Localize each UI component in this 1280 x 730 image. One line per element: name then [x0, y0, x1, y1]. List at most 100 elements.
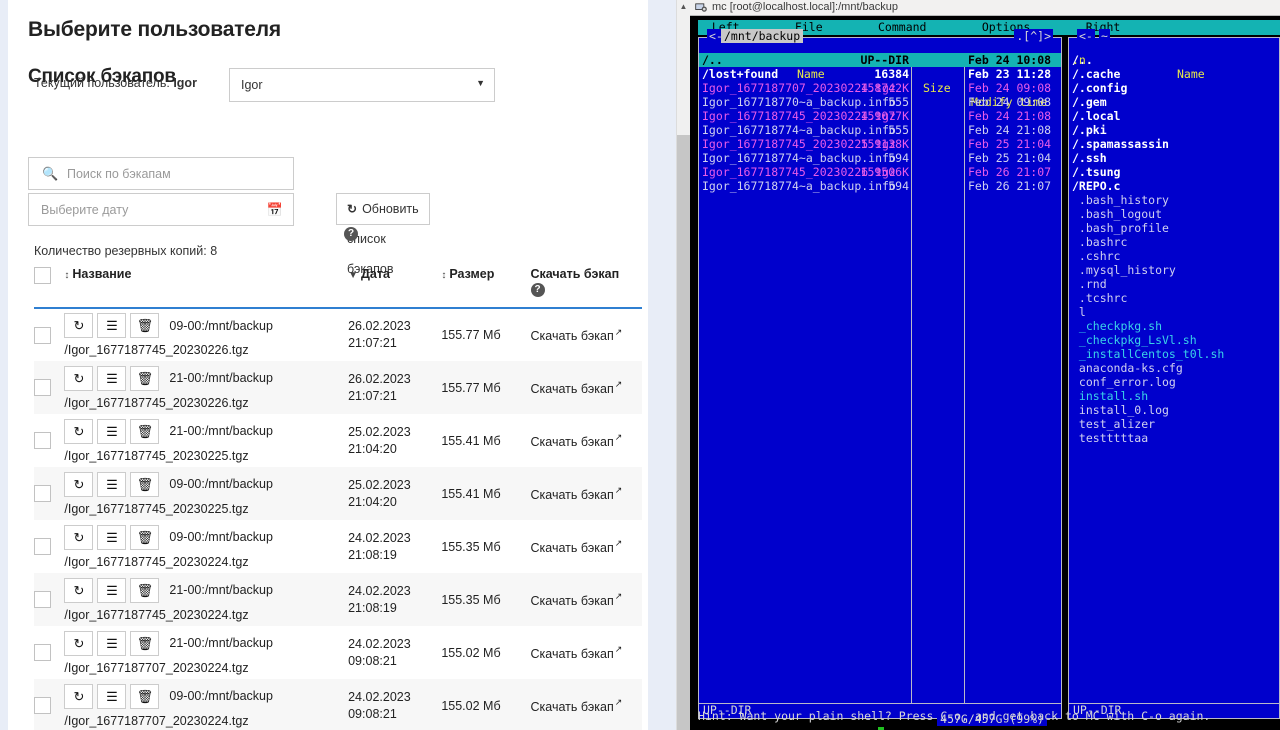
column-header-size[interactable]: ↕ Размер [441, 263, 531, 309]
list-icon[interactable]: ☰ [97, 313, 127, 339]
column-header-date[interactable]: ▼ Дата [348, 263, 442, 309]
mc-file-row[interactable]: _checkpkg.sh [1069, 319, 1279, 333]
row-checkbox[interactable] [34, 538, 51, 555]
date-input[interactable]: Выберите дату 📅 [28, 193, 294, 226]
mc-file-row[interactable]: .rnd [1069, 277, 1279, 291]
scrollbar-thumb[interactable] [677, 135, 690, 730]
list-icon[interactable]: ☰ [97, 365, 127, 391]
table-row[interactable]: ↻ ☰ 🗑 09-00:/mnt/backup/Igor_1677187745_202… [34, 308, 642, 361]
table-row[interactable]: ↻ ☰ 🗑 09-00:/mnt/backup/Igor_1677187707_202… [34, 679, 642, 730]
table-row[interactable]: ↻ ☰ 🗑 21-00:/mnt/backup/Igor_1677187707_202… [34, 626, 642, 679]
mc-file-row[interactable]: install_0.log [1069, 403, 1279, 417]
trash-icon[interactable]: 🗑 [130, 524, 160, 550]
restore-icon[interactable]: ↻ [64, 524, 94, 550]
row-checkbox[interactable] [34, 326, 51, 344]
mc-file-row[interactable]: /REPO.c [1069, 179, 1279, 193]
scroll-up-icon[interactable]: ▲ [677, 0, 690, 14]
restore-icon[interactable]: ↻ [64, 683, 94, 709]
list-icon[interactable]: ☰ [97, 683, 127, 709]
mc-left-panel[interactable]: <- /mnt/backup .[^]> .n Name Size Modify… [698, 29, 1062, 726]
restore-icon[interactable]: ↻ [64, 365, 94, 391]
user-select[interactable]: Igor ▼ [229, 68, 495, 102]
mc-file-row[interactable]: /.tsung [1069, 165, 1279, 179]
mc-file-row[interactable]: Igor_167718770~a_backup.info 555 Feb 24 09… [699, 95, 1061, 109]
download-backup-link[interactable]: Скачать бэкап↗ [531, 432, 623, 448]
table-row[interactable]: ↻ ☰ 🗑 09-00:/mnt/backup/Igor_1677187745_202… [34, 520, 642, 573]
trash-icon[interactable]: 🗑 [130, 365, 160, 391]
row-checkbox[interactable] [34, 432, 51, 449]
calendar-icon[interactable]: 📅 [267, 202, 283, 218]
column-header-name[interactable]: ↕ Название [64, 263, 349, 309]
mc-file-row[interactable]: /.. UP--DIR Feb 24 10:08 [699, 53, 1061, 67]
restore-icon[interactable]: ↻ [64, 630, 94, 656]
refresh-backups-button[interactable]: ↻ Обновить список бэкапов [336, 193, 430, 276]
select-all-checkbox[interactable] [34, 267, 51, 284]
mc-file-row[interactable]: Igor_167718774~a_backup.info 555 Feb 24 21… [699, 123, 1061, 137]
download-backup-link[interactable]: Скачать бэкап↗ [531, 697, 623, 713]
list-icon[interactable]: ☰ [97, 418, 127, 444]
help-icon[interactable]: ? [344, 226, 358, 241]
mc-file-row[interactable]: anaconda-ks.cfg [1069, 361, 1279, 375]
mc-file-row[interactable]: install.sh [1069, 389, 1279, 403]
mc-file-row[interactable]: /.local [1069, 109, 1279, 123]
mc-file-row[interactable]: Igor_167718774~a_backup.info 594 Feb 25 21… [699, 151, 1061, 165]
mc-file-row[interactable]: Igor_1677187745_20230224.tgz 159077K Feb 2… [699, 109, 1061, 123]
download-backup-link[interactable]: Скачать бэкап↗ [531, 538, 623, 554]
mc-file-row[interactable]: Igor_1677187745_20230225.tgz 159138K Feb 2… [699, 137, 1061, 151]
trash-icon[interactable]: 🗑 [130, 418, 160, 444]
mc-file-row[interactable]: Igor_1677187707_20230224.tgz 158742K Feb 2… [699, 81, 1061, 95]
mc-file-row[interactable]: /.. [1069, 53, 1279, 67]
restore-icon[interactable]: ↻ [64, 418, 94, 444]
trash-icon[interactable]: 🗑 [130, 683, 160, 709]
list-icon[interactable]: ☰ [97, 577, 127, 603]
download-backup-link[interactable]: Скачать бэкап↗ [531, 379, 623, 395]
download-help-icon[interactable]: ? [530, 283, 545, 297]
trash-icon[interactable]: 🗑 [130, 630, 160, 656]
browser-scrollbar[interactable]: ▲ [676, 0, 690, 730]
trash-icon[interactable]: 🗑 [130, 313, 160, 339]
mc-file-row[interactable]: /.ssh [1069, 151, 1279, 165]
mc-file-row[interactable]: Igor_167718774~a_backup.info 594 Feb 26 21… [699, 179, 1061, 193]
restore-icon[interactable]: ↻ [64, 471, 94, 497]
table-row[interactable]: ↻ ☰ 🗑 21-00:/mnt/backup/Igor_1677187745_202… [34, 573, 642, 626]
mc-file-row[interactable]: .bash_history [1069, 193, 1279, 207]
mc-file-row[interactable]: Igor_1677187745_20230226.tgz 159506K Feb 2… [699, 165, 1061, 179]
search-input[interactable]: 🔍 Поиск по бэкапам [28, 157, 294, 190]
table-row[interactable]: ↻ ☰ 🗑 21-00:/mnt/backup/Igor_1677187745_202… [34, 414, 642, 467]
download-backup-link[interactable]: Скачать бэкап↗ [531, 591, 623, 607]
restore-icon[interactable]: ↻ [64, 577, 94, 603]
mc-file-row[interactable]: test_alizer [1069, 417, 1279, 431]
mc-file-row[interactable]: l [1069, 305, 1279, 319]
mc-file-row[interactable]: .tcshrc [1069, 291, 1279, 305]
row-checkbox[interactable] [34, 379, 51, 396]
list-icon[interactable]: ☰ [97, 471, 127, 497]
mc-file-row[interactable]: /.config [1069, 81, 1279, 95]
mc-file-row[interactable]: _installCentos_t0l.sh [1069, 347, 1279, 361]
row-checkbox[interactable] [34, 644, 51, 661]
mc-file-row[interactable]: testttttaa [1069, 431, 1279, 445]
trash-icon[interactable]: 🗑 [130, 577, 160, 603]
mc-right-panel[interactable]: <- ~ .n Name /../.cache/.config/.gem/.lo… [1068, 29, 1280, 719]
restore-icon[interactable]: ↻ [64, 313, 94, 339]
download-backup-link[interactable]: Скачать бэкап↗ [531, 485, 623, 501]
mc-file-row[interactable]: /.pki [1069, 123, 1279, 137]
table-row[interactable]: ↻ ☰ 🗑 09-00:/mnt/backup/Igor_1677187745_202… [34, 467, 642, 520]
mc-file-row[interactable]: .bash_profile [1069, 221, 1279, 235]
mc-file-row[interactable]: .cshrc [1069, 249, 1279, 263]
mc-file-row[interactable]: /.cache [1069, 67, 1279, 81]
download-backup-link[interactable]: Скачать бэкап↗ [531, 644, 623, 660]
list-icon[interactable]: ☰ [97, 630, 127, 656]
row-checkbox[interactable] [34, 697, 51, 714]
mc-file-row[interactable]: _checkpkg_LsVl.sh [1069, 333, 1279, 347]
mc-file-row[interactable]: .bash_logout [1069, 207, 1279, 221]
mc-file-row[interactable]: /.spamassassin [1069, 137, 1279, 151]
mc-file-row[interactable]: /.gem [1069, 95, 1279, 109]
mc-file-row[interactable]: /lost+found 16384 Feb 23 11:28 [699, 67, 1061, 81]
mc-file-row[interactable]: .mysql_history [1069, 263, 1279, 277]
mc-file-row[interactable]: conf_error.log [1069, 375, 1279, 389]
list-icon[interactable]: ☰ [97, 524, 127, 550]
mc-file-row[interactable]: .bashrc [1069, 235, 1279, 249]
table-row[interactable]: ↻ ☰ 🗑 21-00:/mnt/backup/Igor_1677187745_202… [34, 361, 642, 414]
download-backup-link[interactable]: Скачать бэкап↗ [531, 327, 623, 343]
row-checkbox[interactable] [34, 591, 51, 608]
